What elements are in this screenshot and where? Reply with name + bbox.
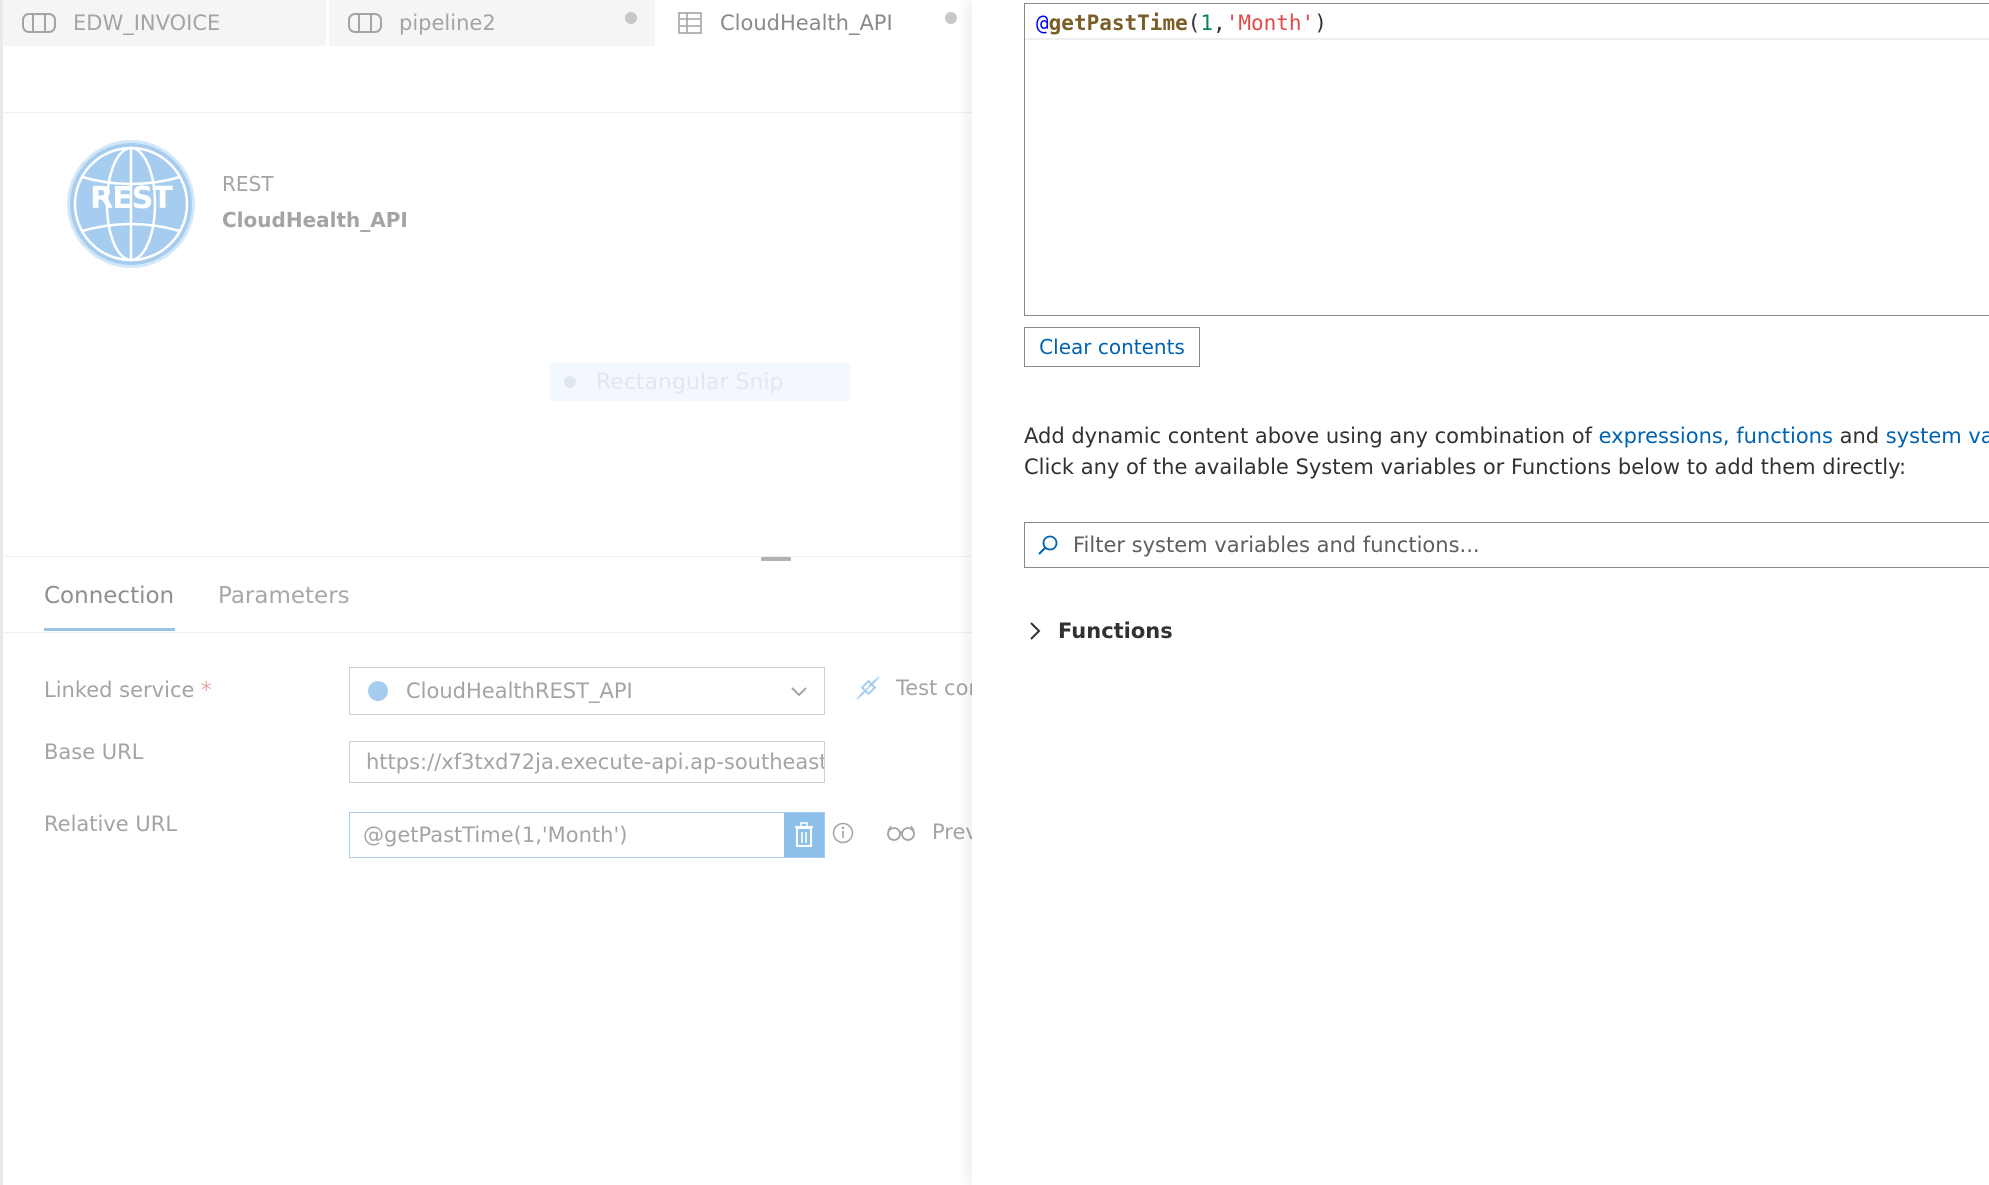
active-tab-indicator: [44, 628, 175, 631]
linked-service-label-text: Linked service: [44, 678, 195, 702]
tab-label: EDW_INVOICE: [73, 11, 221, 35]
clear-contents-button[interactable]: Clear contents: [1024, 327, 1200, 367]
base-url-value: https://xf3txd72ja.execute-api.ap-southe…: [366, 750, 825, 774]
rest-logo-icon: REST: [67, 140, 195, 268]
glasses-icon: [887, 825, 915, 841]
token-close-paren: ): [1314, 11, 1327, 35]
help-text-prefix: Add dynamic content above using any comb…: [1024, 424, 1599, 448]
token-open-paren: (: [1187, 11, 1201, 35]
search-icon: [1038, 535, 1058, 555]
linked-service-label: Linked service *: [44, 678, 212, 702]
system-variables-link[interactable]: system varia: [1886, 424, 1989, 448]
toolbar-divider: [3, 112, 972, 113]
linked-service-value: CloudHealthREST_API: [406, 679, 633, 703]
subtab-divider: [3, 632, 972, 633]
token-at: @: [1036, 11, 1049, 35]
rest-service-icon: [368, 681, 388, 701]
plug-icon: [856, 676, 880, 700]
base-url-label: Base URL: [44, 740, 144, 764]
unsaved-dot-icon: [625, 12, 637, 24]
document-tab-bar: EDW_INVOICE pipeline2 CloudHealth_API: [3, 0, 972, 46]
filter-search-input[interactable]: Filter system variables and functions...: [1024, 522, 1989, 568]
rest-logo-text: REST: [90, 181, 173, 216]
linked-service-dropdown[interactable]: CloudHealthREST_API: [349, 667, 825, 715]
token-comma: ,: [1213, 11, 1226, 35]
snip-dot-icon: [564, 376, 576, 388]
dataset-table-icon: [672, 11, 708, 35]
dataset-editor-pane: EDW_INVOICE pipeline2 CloudHealth_API RE…: [0, 0, 972, 1185]
tab-pipeline2[interactable]: pipeline2: [329, 0, 655, 46]
chevron-right-icon: [1030, 622, 1041, 640]
token-string: 'Month': [1225, 11, 1315, 35]
help-text-line1: Add dynamic content above using any comb…: [1024, 424, 1989, 448]
tab-label: pipeline2: [399, 11, 496, 35]
tab-parameters[interactable]: Parameters: [218, 583, 350, 609]
functions-expander[interactable]: Functions: [1028, 619, 1173, 643]
tab-cloudhealth-api[interactable]: CloudHealth_API: [655, 0, 972, 46]
tab-edw-invoice[interactable]: EDW_INVOICE: [3, 0, 326, 46]
expression-builder-panel: @getPastTime(1,'Month') Clear contents A…: [972, 0, 1989, 1185]
relative-url-value: @getPastTime(1,'Month'): [363, 823, 628, 847]
token-function: getPastTime: [1048, 11, 1188, 35]
rectangular-snip-overlay: Rectangular Snip: [550, 363, 850, 401]
expression-code: @getPastTime(1,'Month'): [1036, 11, 1327, 35]
filter-placeholder: Filter system variables and functions...: [1073, 533, 1480, 557]
info-icon[interactable]: [832, 822, 854, 844]
expression-editor[interactable]: @getPastTime(1,'Month'): [1024, 3, 1989, 316]
dataset-type: REST: [222, 172, 274, 196]
relative-url-field[interactable]: @getPastTime(1,'Month'): [349, 812, 825, 858]
preview-label: Prev: [932, 820, 972, 844]
required-mark: *: [201, 678, 212, 702]
dataset-name: CloudHealth_API: [222, 208, 408, 232]
chevron-down-icon: [788, 680, 810, 702]
help-text-line2: Click any of the available System variab…: [1024, 455, 1907, 479]
help-text-and: and: [1832, 424, 1886, 448]
base-url-field: https://xf3txd72ja.execute-api.ap-southe…: [349, 741, 825, 783]
resize-grip-handle[interactable]: [761, 557, 791, 561]
test-connection-label: Test cor: [896, 676, 972, 700]
expressions-functions-link[interactable]: expressions, functions: [1599, 424, 1833, 448]
pipeline-icon: [347, 11, 383, 35]
trash-icon[interactable]: [784, 813, 824, 857]
functions-label: Functions: [1058, 619, 1173, 643]
token-number: 1: [1200, 11, 1214, 35]
test-connection-button[interactable]: Test cor: [854, 674, 972, 702]
preview-data-button[interactable]: Prev: [886, 820, 972, 844]
pipeline-icon: [21, 11, 57, 35]
tab-label: CloudHealth_API: [720, 11, 893, 35]
tab-connection[interactable]: Connection: [44, 583, 174, 609]
snip-label: Rectangular Snip: [596, 369, 784, 395]
unsaved-dot-icon: [945, 12, 957, 24]
relative-url-label: Relative URL: [44, 812, 178, 836]
pane-splitter: [3, 556, 972, 557]
